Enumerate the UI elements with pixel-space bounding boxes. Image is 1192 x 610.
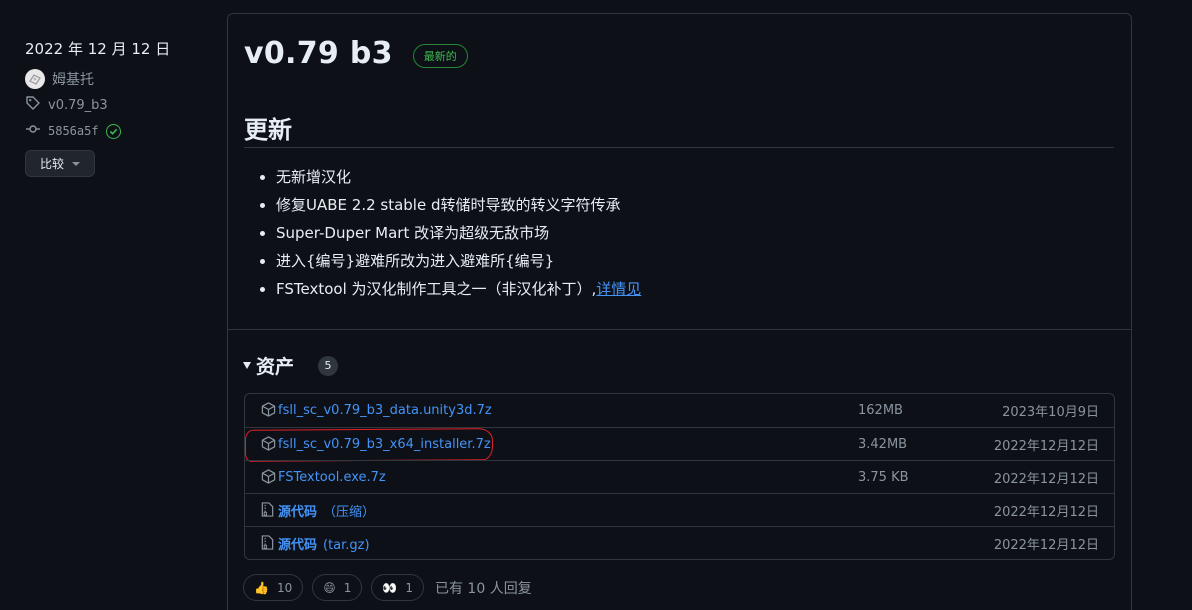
section-title: 更新 xyxy=(244,116,292,144)
release-date: 2022 年 12 月 12 日 xyxy=(25,40,171,58)
release-header: v0.79 b3 最新的 xyxy=(244,36,468,71)
list-item: FSTextool 为汉化制作工具之一（非汉化补丁）,详情见 xyxy=(276,278,641,306)
asset-row[interactable]: fsll_sc_v0.79_b3_x64_installer.7z 3.42MB… xyxy=(244,427,1114,462)
list-item: 修复UABE 2.2 stable d转储时导致的转义字符传承 xyxy=(276,194,641,222)
triangle-down-icon xyxy=(243,362,251,369)
tag-row[interactable]: v0.79_b3 xyxy=(25,96,205,114)
reaction-eyes[interactable]: 👀 1 xyxy=(371,574,424,601)
asset-size: 162MB xyxy=(858,403,903,418)
author-row[interactable]: 姆基托 xyxy=(25,69,205,89)
asset-name[interactable]: fsll_sc_v0.79_b3_data.unity3d.7z xyxy=(278,403,492,418)
divider xyxy=(228,329,1131,330)
release-title[interactable]: v0.79 b3 xyxy=(244,36,393,71)
verified-check-icon xyxy=(105,123,121,139)
note-text: FSTextool 为汉化制作工具之一（非汉化补丁）, xyxy=(276,280,597,298)
list-item: 无新增汉化 xyxy=(276,166,641,194)
chevron-down-icon xyxy=(72,161,80,166)
author-name[interactable]: 姆基托 xyxy=(52,69,94,89)
eyes-icon: 👀 xyxy=(382,580,398,595)
assets-title: 资产 xyxy=(256,356,295,378)
list-item: Super-Duper Mart 改译为超级无敌市场 xyxy=(276,222,641,250)
asset-name: 源代码 xyxy=(278,504,318,520)
avatar[interactable] xyxy=(25,69,45,89)
reaction-smile[interactable]: 😄 1 xyxy=(312,574,363,601)
thumbs-up-icon: 👍 xyxy=(254,580,269,595)
asset-date: 2022年12月12日 xyxy=(993,438,1099,454)
assets-toggle[interactable]: 资产 5 xyxy=(243,352,339,379)
compare-label: 比较 xyxy=(39,157,64,171)
package-icon xyxy=(261,402,276,421)
file-zip-icon xyxy=(261,502,274,521)
release-meta: 2022 年 12 月 12 日 姆基托 v0.79_b3 5856a5f 比较 xyxy=(25,38,205,177)
reaction-count: 1 xyxy=(405,580,413,595)
asset-date: 2023年10月9日 xyxy=(1002,405,1099,420)
asset-date: 2022年12月12日 xyxy=(993,537,1099,553)
details-link[interactable]: 详情见 xyxy=(596,280,641,298)
release-card: v0.79 b3 最新的 更新 无新增汉化 修复UABE 2.2 stable … xyxy=(227,13,1132,610)
release-notes: 无新增汉化 修复UABE 2.2 stable d转储时导致的转义字符传承 Su… xyxy=(276,166,641,306)
asset-name[interactable]: fsll_sc_v0.79_b3_x64_installer.7z xyxy=(278,437,491,452)
smile-icon: 😄 xyxy=(323,580,336,595)
tag-name[interactable]: v0.79_b3 xyxy=(48,98,108,113)
asset-name: 源代码 xyxy=(278,537,318,553)
list-item: 进入{编号}避难所改为进入避难所{编号} xyxy=(276,250,641,278)
asset-format: （压缩） xyxy=(323,504,376,520)
asset-size: 3.75 KB xyxy=(858,469,909,485)
compare-button[interactable]: 比较 xyxy=(25,150,95,177)
reply-count-text: 已有 10 人回复 xyxy=(434,580,532,597)
reaction-count: 1 xyxy=(343,580,352,595)
tag-icon xyxy=(25,95,41,115)
asset-name[interactable]: FSTextool.exe.7z xyxy=(278,470,386,485)
asset-row[interactable]: fsll_sc_v0.79_b3_data.unity3d.7z 162MB 2… xyxy=(245,394,1114,427)
asset-link[interactable]: 源代码 （压缩） xyxy=(278,501,375,520)
asset-format: (tar.gz) xyxy=(323,537,370,553)
commit-icon xyxy=(25,121,41,141)
asset-date: 2022年12月12日 xyxy=(993,504,1099,520)
file-zip-icon xyxy=(261,535,274,554)
asset-size: 3.42MB xyxy=(858,436,908,452)
commit-row[interactable]: 5856a5f xyxy=(25,122,205,140)
assets-list: fsll_sc_v0.79_b3_data.unity3d.7z 162MB 2… xyxy=(244,393,1115,560)
latest-badge: 最新的 xyxy=(412,43,468,68)
asset-link[interactable]: 源代码 (tar.gz) xyxy=(278,534,370,553)
reactions-bar: 👍 10 😄 1 👀 1 已有 10 人回复 xyxy=(243,574,532,601)
package-icon xyxy=(261,469,276,488)
commit-sha[interactable]: 5856a5f xyxy=(48,124,99,138)
asset-row[interactable]: 源代码 （压缩） 2022年12月12日 xyxy=(245,493,1114,526)
assets-count: 5 xyxy=(318,355,339,376)
asset-date: 2022年12月12日 xyxy=(993,471,1099,487)
asset-row[interactable]: FSTextool.exe.7z 3.75 KB 2022年12月12日 xyxy=(245,460,1114,493)
reaction-count: 10 xyxy=(276,580,293,595)
reaction-thumbs-up[interactable]: 👍 10 xyxy=(243,574,304,601)
package-icon xyxy=(261,436,276,455)
asset-row[interactable]: 源代码 (tar.gz) 2022年12月12日 xyxy=(245,526,1114,559)
divider xyxy=(244,147,1114,148)
